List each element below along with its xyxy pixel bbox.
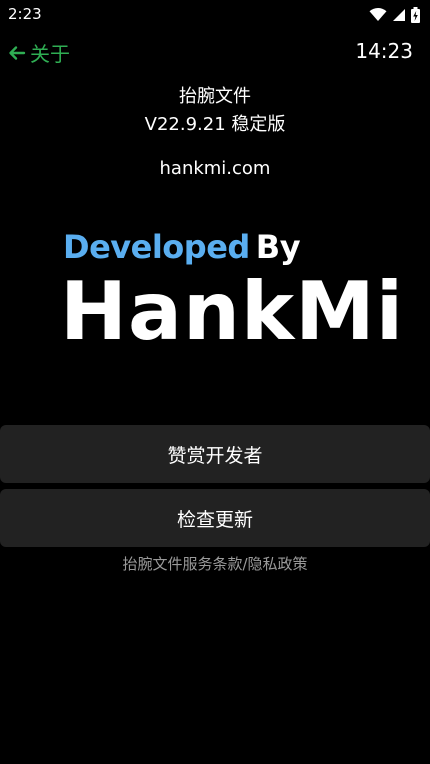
- status-time: 2:23: [8, 5, 42, 23]
- signal-icon: [392, 8, 406, 22]
- developer-logo: Developed By HankMi: [60, 228, 403, 368]
- header-clock: 14:23: [355, 39, 413, 63]
- app-version: V22.9.21 稳定版: [144, 114, 286, 135]
- app-name: 抬腕文件: [179, 86, 251, 107]
- app-website-link[interactable]: hankmi.com: [0, 158, 430, 179]
- sponsor-developer-button[interactable]: 赞赏开发者: [0, 425, 430, 483]
- back-button[interactable]: 关于: [8, 38, 70, 67]
- status-icons: [369, 7, 420, 23]
- check-update-button[interactable]: 检查更新: [0, 489, 430, 547]
- back-arrow-icon: [8, 45, 26, 61]
- app-header: 关于 14:23: [0, 36, 430, 70]
- developed-text: Developed: [63, 228, 250, 266]
- battery-icon: [411, 7, 420, 23]
- developed-by-line: Developed By: [63, 228, 301, 266]
- status-bar: 2:23: [0, 0, 430, 30]
- back-label: 关于: [30, 42, 70, 66]
- check-update-label: 检查更新: [176, 508, 253, 531]
- developer-name: HankMi: [60, 265, 405, 358]
- terms-privacy-link[interactable]: 抬腕文件服务条款/隐私政策: [0, 553, 430, 574]
- wifi-icon: [369, 8, 387, 22]
- sponsor-developer-label: 赞赏开发者: [167, 444, 263, 467]
- by-text: By: [255, 228, 301, 266]
